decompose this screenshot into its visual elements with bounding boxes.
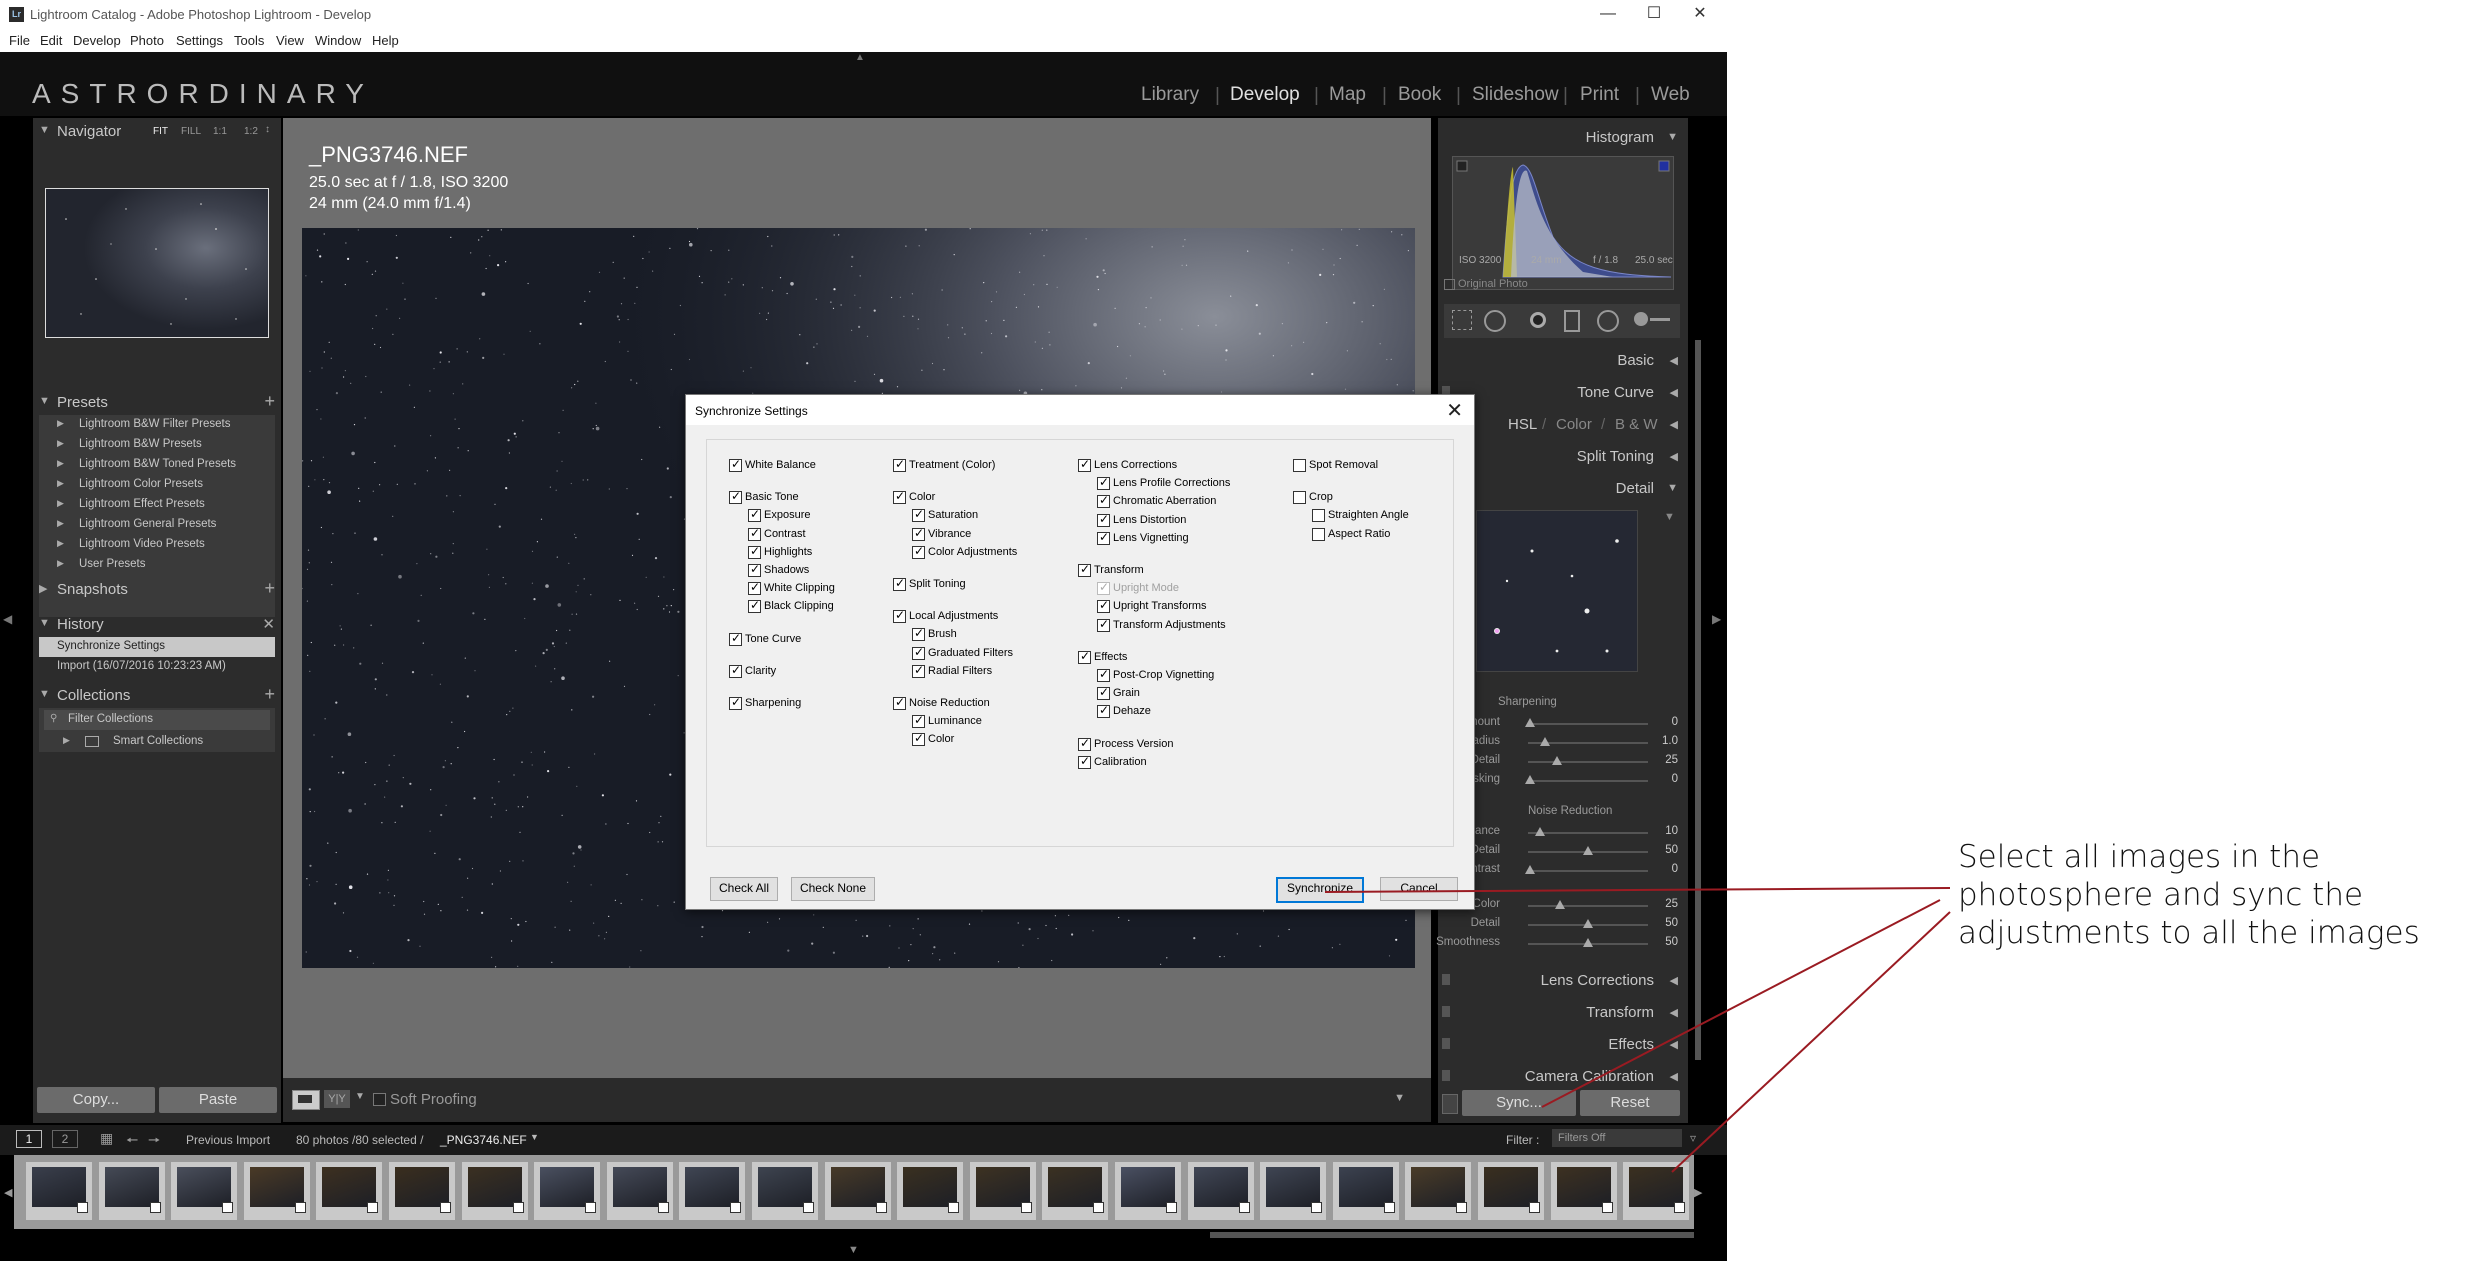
annotation-arrows <box>1324 887 1951 1173</box>
arrow-to-filmstrip <box>1671 911 1951 1173</box>
arrow-to-synchronize <box>1324 887 1951 893</box>
arrow-to-sync-button <box>1541 899 1941 1108</box>
